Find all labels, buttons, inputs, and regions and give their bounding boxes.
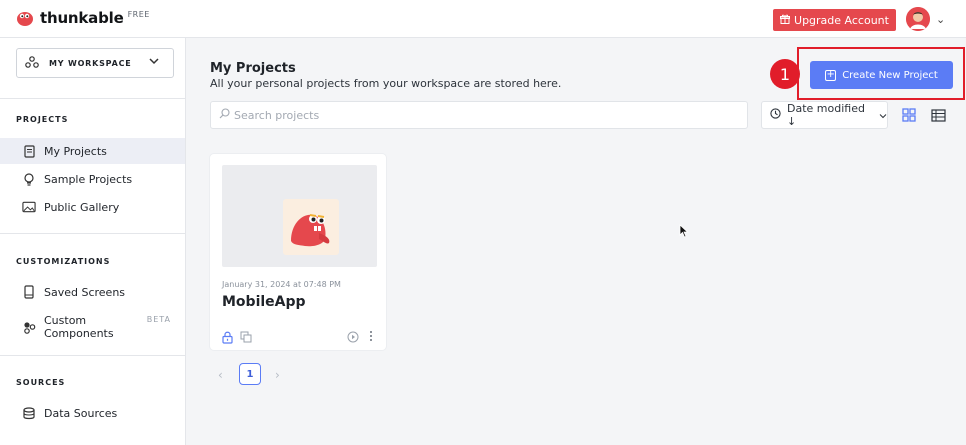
plus-icon: + [825,69,837,81]
duplicate-icon[interactable] [240,331,252,346]
sidebar-item-my-projects[interactable]: My Projects [0,138,185,164]
sidebar-item-sample-projects[interactable]: Sample Projects [0,166,185,192]
workspace-label: MY WORKSPACE [49,58,132,68]
sort-label: Date modified ↓ [787,102,865,128]
next-page-icon[interactable]: › [275,368,280,382]
page-title: My Projects [210,61,296,76]
search-input[interactable]: Search projects [210,101,748,129]
sidebar-item-saved-screens[interactable]: Saved Screens [0,279,185,305]
search-icon [219,108,230,122]
sidebar-item-label: Saved Screens [44,285,126,299]
sidebar-item-label: Public Gallery [44,200,120,214]
sidebar-divider [0,98,186,99]
beta-badge: BETA [146,315,171,324]
create-new-project-button[interactable]: + Create New Project [810,61,953,89]
list-view-icon[interactable] [928,105,948,125]
sidebar-item-label: Sample Projects [44,172,133,186]
project-icon [283,199,339,255]
thunkable-logo[interactable]: thunkable FREE [16,9,150,27]
gift-icon [780,14,791,27]
thunkable-logo-icon [16,9,34,27]
sidebar-divider [0,355,186,356]
gallery-icon [22,201,36,213]
chevron-down-icon[interactable]: ⌄ [936,13,945,26]
project-date: January 31, 2024 at 07:48 PM [222,280,341,289]
create-new-project-label: Create New Project [842,69,938,81]
chevron-down-icon [149,57,159,68]
upgrade-account-label: Upgrade Account [794,13,889,27]
workspace-icon [25,55,39,71]
sidebar: MY WORKSPACE PROJECTS My Projects Sample… [0,38,186,445]
more-options-icon[interactable] [369,330,373,345]
mouse-cursor-icon [679,223,689,242]
workspace-selector[interactable]: MY WORKSPACE [16,48,174,78]
page-subtitle: All your personal projects from your wor… [210,77,562,90]
sort-dropdown[interactable]: Date modified ↓ [761,101,888,129]
brand-name: thunkable [40,9,124,27]
top-bar: thunkable FREE Upgrade Account ⌄ [0,0,966,38]
lock-icon[interactable] [222,331,233,347]
clock-icon [770,108,781,122]
page-number-current[interactable]: 1 [239,363,261,385]
upgrade-account-button[interactable]: Upgrade Account [773,9,896,31]
sidebar-item-label: Data Sources [44,406,118,420]
sidebar-item-label: Components [44,327,114,340]
section-title-projects: PROJECTS [16,115,69,124]
user-avatar[interactable] [906,7,930,31]
play-icon[interactable] [347,331,359,346]
section-title-sources: SOURCES [16,378,66,387]
sidebar-item-public-gallery[interactable]: Public Gallery [0,194,185,220]
sidebar-item-label: My Projects [44,144,107,158]
phone-icon [22,285,36,299]
project-card[interactable]: January 31, 2024 at 07:48 PM MobileApp [209,153,387,351]
search-placeholder: Search projects [234,108,320,122]
database-icon [22,406,36,420]
document-icon [22,144,36,158]
chevron-down-icon [879,109,887,122]
sidebar-item-custom-components[interactable]: Custom Components BETA [0,310,185,344]
project-thumbnail[interactable] [222,165,377,267]
previous-page-icon[interactable]: ‹ [218,368,223,382]
plan-badge: FREE [127,9,150,19]
step-badge: 1 [770,59,800,89]
grid-view-icon[interactable] [899,105,919,125]
section-title-customizations: CUSTOMIZATIONS [16,257,111,266]
project-name[interactable]: MobileApp [222,294,306,310]
components-icon [22,321,36,334]
sidebar-item-label: Custom [44,314,87,327]
sidebar-divider [0,233,186,234]
sidebar-item-data-sources[interactable]: Data Sources [0,400,185,426]
lightbulb-icon [22,172,36,186]
